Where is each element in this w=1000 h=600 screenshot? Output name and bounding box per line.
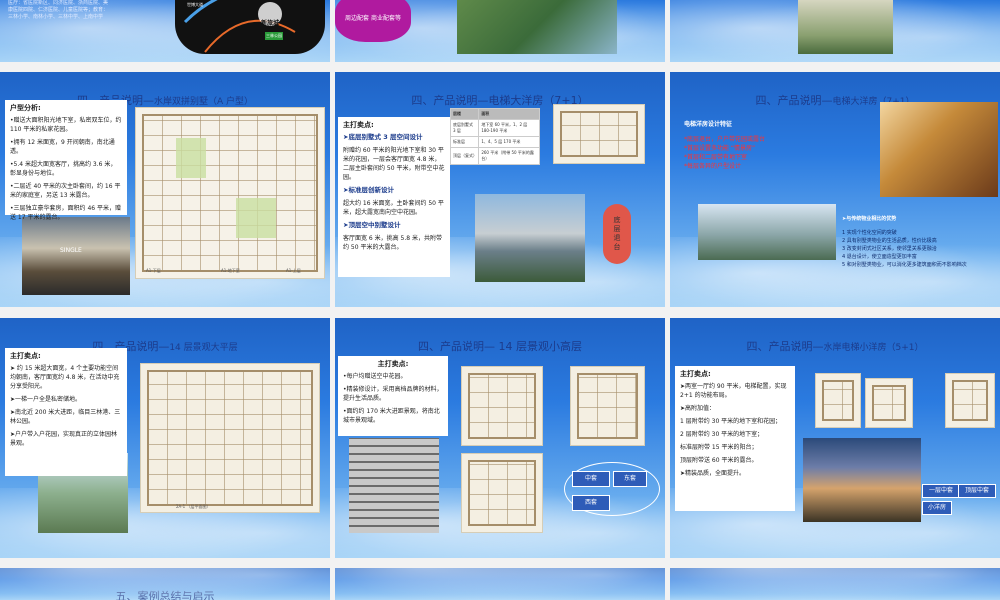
slide1-text: 医疗：省医院新区、同济医院、浙商医院、美康医院四院、仁济医院、儿童医院等；教育：… xyxy=(8,0,109,20)
floor-plan-right xyxy=(945,373,995,428)
interior-photo xyxy=(880,102,998,197)
building-rendering xyxy=(475,194,585,282)
slide-thumb-3[interactable] xyxy=(670,0,1000,62)
slide-thumb-12[interactable] xyxy=(670,568,1000,600)
villa-photo xyxy=(798,0,893,54)
slide-title: 四、产品说明—水岸电梯小洋房（5+1） xyxy=(746,340,924,353)
terrace-label: 底层退台 xyxy=(603,204,631,264)
selling-points-box: 主打卖点: ➤ 约 15 米超大面宽，4 个主要功能空间均朝南，客厅面宽约 4.… xyxy=(5,348,127,476)
map-label-2: 新旅城 xyxy=(261,20,280,27)
slide-thumb-11[interactable] xyxy=(335,568,665,600)
slide-title: 四、产品说明— 14 层景观小高层 xyxy=(418,340,582,353)
slide-thumb-1[interactable]: 医疗：省医院新区、同济医院、浙商医院、美康医院四院、仁济医院、儿童医院等；教育：… xyxy=(0,0,330,62)
slide-thumb-10[interactable]: 五、案例总结与启示 xyxy=(0,568,330,600)
features-text: 电梯洋房设计特征 *底层退台，户户带花园或露台 *首层设置多功能 “情景房” *… xyxy=(684,121,766,170)
floor-plan-7plus1 xyxy=(553,104,645,164)
map-label-1: 世博大道 xyxy=(187,2,203,7)
map-image: 世博大道 新旅城 三林公园 xyxy=(175,0,325,54)
selling-points-box: 主打卖点: •每户均赠送空中花园。 •精装修设计，采用高档品牌的材料，提升生活品… xyxy=(338,356,448,436)
floor-plan-west xyxy=(461,453,543,533)
floor-plan-14f: 2A-1 （层平面图） xyxy=(140,363,320,513)
tag-east[interactable]: 东套 xyxy=(613,471,647,487)
slide-thumb-2[interactable]: 周边配套 商业配套等 xyxy=(335,0,665,62)
slide-thumb-8[interactable]: 四、产品说明— 14 层景观小高层 主打卖点: •每户均赠送空中花园。 •精装修… xyxy=(335,318,665,558)
plan-caption-1: A1-下层 xyxy=(146,268,161,273)
analysis-box: 户型分析: •赠送大面积阳光地下室，私密双车位，约 110 平米的私家花园。 •… xyxy=(5,100,127,221)
villa-logo: SINGLE xyxy=(60,247,82,254)
plan-caption-2: A1-地下室 xyxy=(221,268,240,273)
slide-thumb-4[interactable]: 四、产品说明—水岸双拼别墅（A 户型） 户型分析: •赠送大面积阳光地下室，私密… xyxy=(0,72,330,307)
purple-bubble: 周边配套 商业配套等 xyxy=(335,0,411,42)
tag-small-house[interactable]: 小洋房 xyxy=(922,501,952,515)
advantages-text: ➤与传统物业相比的优势 1 实现个性化空间的突破 2 具有别墅类物业的生活品质，… xyxy=(842,216,967,268)
waterside-photo xyxy=(698,204,836,260)
tag-ground-middle[interactable]: 一层中套 xyxy=(922,484,960,498)
aerial-photo xyxy=(457,0,617,54)
area-table: 层楼 面积 底层别墅式 3 层地下室 60 平米，1、2 层 180-190 平米… xyxy=(449,108,540,165)
floor-plan-small xyxy=(815,373,861,428)
map-label-3: 三林公园 xyxy=(265,32,283,40)
plan-caption-3: A1-上层 xyxy=(286,268,301,273)
slide-thumb-9[interactable]: 四、产品说明—水岸电梯小洋房（5+1） 主打卖点: ➤两室一厅约 90 平米，电… xyxy=(670,318,1000,558)
tag-top-middle[interactable]: 顶层中套 xyxy=(958,484,996,498)
tag-west[interactable]: 西套 xyxy=(572,495,610,511)
plan-caption: 2A-1 （层平面图） xyxy=(176,504,211,509)
tower-rendering xyxy=(349,438,439,533)
tag-middle[interactable]: 中套 xyxy=(572,471,610,487)
floor-plan-a: A1-下层 A1-地下室 A1-上层 xyxy=(135,107,325,279)
slide-title: 五、案例总结与启示 xyxy=(115,590,215,600)
floor-plan-mid xyxy=(865,378,913,428)
slide-thumb-7[interactable]: 四、产品说明—14 层景观大平层 主打卖点: ➤ 约 15 米超大面宽，4 个主… xyxy=(0,318,330,558)
selling-points-box: 主打卖点: ➤两室一厅约 90 平米，电梯配置，实现 2+1 的功能布局。 ➤高… xyxy=(675,366,795,511)
selling-points-box: 主打卖点: ➤底层别墅式 3 层空间设计 附赠约 60 平米的阳光地下室和 30… xyxy=(338,117,450,277)
map-routes-svg xyxy=(183,0,296,53)
villa-rendering: SINGLE xyxy=(22,217,130,295)
slide-thumb-6[interactable]: 四、产品说明—电梯大洋房（7+1） 电梯洋房设计特征 *底层退台，户户带花园或露… xyxy=(670,72,1000,307)
floor-plan-middle xyxy=(461,366,543,446)
floor-plan-east xyxy=(570,366,645,446)
slide-thumb-5[interactable]: 四、产品说明—电梯大洋房（7+1） 主打卖点: ➤底层别墅式 3 层空间设计 附… xyxy=(335,72,665,307)
dusk-photo xyxy=(803,438,921,522)
